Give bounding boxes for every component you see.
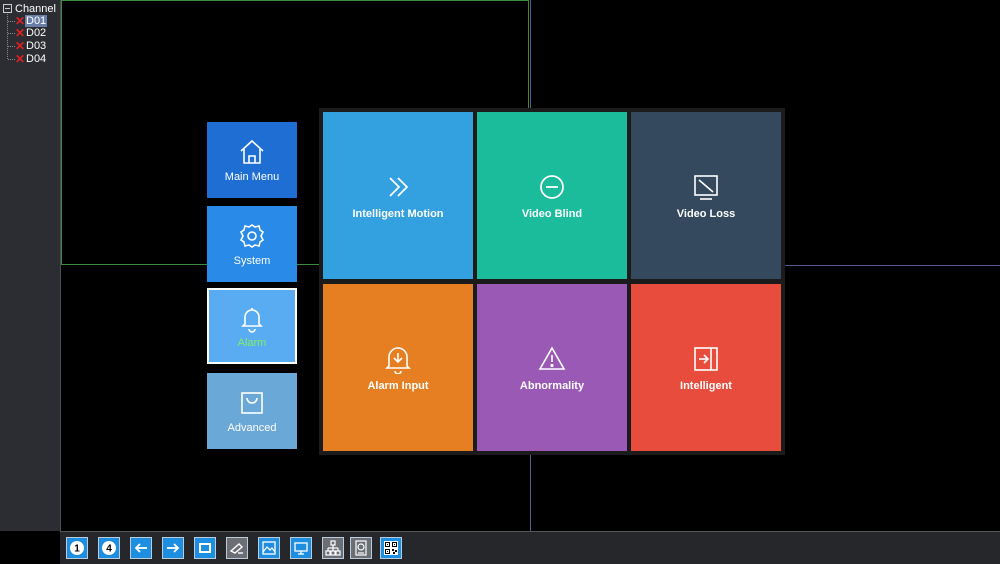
network-button[interactable]	[322, 537, 344, 559]
intelligent-motion-tile[interactable]: Intelligent Motion	[323, 112, 473, 279]
tile-label: Video Blind	[521, 207, 583, 220]
double-chevron-right-icon	[389, 176, 409, 197]
monitor-icon	[294, 542, 308, 555]
alarm-menu-panel: Intelligent Motion Video Blind Video Los…	[319, 108, 785, 455]
minus-circle-icon	[540, 174, 564, 199]
hdd-icon	[355, 540, 367, 556]
home-icon	[240, 139, 264, 164]
quad-view-button[interactable]: 4	[98, 537, 120, 559]
channel-item-d02[interactable]: ✕ D02	[8, 27, 47, 39]
channel-tree-title: Channel	[15, 2, 56, 15]
intelligent-tile[interactable]: Intelligent	[631, 284, 781, 451]
channel-tree-panel: Channel ✕ D01 ✕ D02 ✕ D03 ✕ D04	[0, 0, 61, 531]
tile-label: Intelligent Motion	[352, 207, 444, 220]
previous-button[interactable]	[130, 537, 152, 559]
collapse-icon[interactable]	[3, 4, 12, 13]
color-setting-button[interactable]	[258, 537, 280, 559]
single-view-button[interactable]: 1	[66, 537, 88, 559]
channel-label: D01	[25, 15, 48, 27]
alarm-button[interactable]: Alarm	[206, 287, 298, 365]
hdd-button[interactable]	[350, 537, 372, 559]
login-arrow-icon	[694, 346, 718, 371]
single-view-icon: 1	[70, 541, 84, 555]
record-icon	[199, 543, 211, 553]
tile-label: Abnormality	[519, 379, 585, 392]
quad-view-number: 4	[106, 544, 112, 555]
video-blind-tile[interactable]: Video Blind	[477, 112, 627, 279]
main-menu-label: Main Menu	[224, 171, 280, 183]
system-button[interactable]: System	[207, 206, 297, 282]
output-adjust-button[interactable]	[290, 537, 312, 559]
main-menu-button[interactable]: Main Menu	[207, 122, 297, 198]
bell-icon	[241, 308, 263, 333]
channel-item-d01[interactable]: ✕ D01	[8, 15, 48, 27]
disconnected-icon: ✕	[15, 39, 26, 53]
video-loss-tile[interactable]: Video Loss	[631, 112, 781, 279]
ptz-camera-icon	[229, 543, 244, 554]
arrow-left-icon	[134, 543, 147, 553]
bag-icon	[241, 392, 263, 414]
alarm-input-tile[interactable]: Alarm Input	[323, 284, 473, 451]
channel-label: D04	[26, 53, 47, 65]
network-icon	[325, 540, 341, 556]
arrow-right-icon	[167, 543, 180, 553]
alarm-label: Alarm	[237, 337, 267, 349]
tile-label: Alarm Input	[367, 379, 429, 392]
quad-view-icon: 4	[102, 541, 116, 555]
disconnected-icon: ✕	[15, 52, 26, 66]
disconnected-icon: ✕	[15, 26, 26, 40]
system-label: System	[233, 255, 271, 267]
advanced-button[interactable]: Advanced	[207, 373, 297, 449]
warning-triangle-icon	[538, 345, 566, 370]
next-button[interactable]	[162, 537, 184, 559]
picture-icon	[262, 541, 276, 555]
channel-item-d04[interactable]: ✕ D04	[8, 53, 47, 65]
tile-label: Intelligent	[680, 379, 732, 392]
no-signal-screen-icon	[694, 174, 718, 200]
qr-code-button[interactable]	[380, 537, 402, 559]
bottom-toolbar: 1 4	[60, 531, 1000, 564]
record-button[interactable]	[194, 537, 216, 559]
tile-label: Video Loss	[676, 207, 736, 220]
bell-down-icon	[385, 346, 411, 374]
ptz-button[interactable]	[226, 537, 248, 559]
channel-label: D02	[26, 27, 47, 39]
channel-label: D03	[26, 40, 47, 52]
single-view-number: 1	[74, 544, 80, 555]
gear-icon	[239, 224, 265, 248]
advanced-label: Advanced	[227, 422, 277, 434]
channel-tree-header[interactable]: Channel	[3, 2, 56, 15]
qr-code-icon	[384, 541, 398, 555]
abnormality-tile[interactable]: Abnormality	[477, 284, 627, 451]
channel-item-d03[interactable]: ✕ D03	[8, 40, 47, 52]
